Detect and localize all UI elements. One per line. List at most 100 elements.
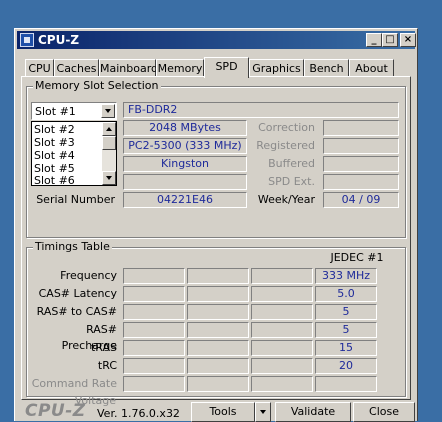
timing-cell — [251, 304, 313, 320]
scroll-down-button[interactable] — [102, 171, 116, 185]
slot-option[interactable]: Slot #6 — [34, 174, 75, 187]
correction-field — [323, 120, 399, 136]
slot-option[interactable]: Slot #2 — [34, 123, 75, 136]
timing-cell — [251, 340, 313, 356]
validate-button[interactable]: Validate — [275, 402, 351, 422]
correction-label: Correction — [258, 121, 315, 134]
timing-value-trc: 20 — [315, 358, 377, 374]
timing-cell — [123, 358, 185, 374]
registered-label: Registered — [256, 139, 315, 152]
timings-group-title: Timings Table — [33, 240, 112, 253]
memory-slot-group: Memory Slot Selection Slot #1 Slot #2 Sl… — [26, 79, 406, 238]
close-icon: × — [403, 34, 413, 45]
tab-caches[interactable]: Caches — [54, 59, 99, 77]
timing-cell — [187, 322, 249, 338]
cpu-z-brand-logo: CPU-Z — [25, 401, 86, 421]
dropdown-scrollbar[interactable] — [102, 122, 116, 185]
title-bar[interactable]: CPU-Z _ □ × — [17, 31, 416, 49]
slot-option[interactable]: Slot #4 — [34, 149, 75, 162]
cpu-z-window: CPU-Z _ □ × CPU Caches Mainboard Memory … — [14, 28, 418, 422]
timing-cell — [251, 286, 313, 302]
footer-bar: CPU-Z Ver. 1.76.0.x32 Tools Validate Clo… — [15, 401, 417, 422]
timing-cell — [251, 358, 313, 374]
tab-memory[interactable]: Memory — [156, 59, 204, 77]
timing-cell — [251, 376, 313, 392]
module-type-field: FB-DDR2 — [123, 102, 399, 118]
max-bandwidth-field: PC2-5300 (333 MHz) — [123, 138, 247, 154]
chevron-up-icon — [106, 127, 112, 131]
tab-spd[interactable]: SPD — [204, 57, 249, 78]
chevron-down-icon — [106, 176, 112, 180]
scroll-thumb[interactable] — [102, 136, 116, 150]
cpu-z-app-icon — [20, 33, 34, 47]
timing-cell — [187, 304, 249, 320]
close-window-button[interactable]: × — [400, 33, 416, 47]
registered-field — [323, 138, 399, 154]
timing-cell — [123, 286, 185, 302]
timing-value-ras-precharge: 5 — [315, 322, 377, 338]
timing-label-ras-precharge: RAS# Precharge — [61, 323, 117, 352]
timing-value-cas-latency: 5.0 — [315, 286, 377, 302]
tab-graphics[interactable]: Graphics — [249, 59, 304, 77]
minimize-icon: _ — [371, 34, 377, 45]
close-button[interactable]: Close — [353, 402, 415, 422]
tab-mainboard[interactable]: Mainboard — [99, 59, 158, 77]
timing-value-ras-to-cas: 5 — [315, 304, 377, 320]
tab-bench[interactable]: Bench — [304, 59, 349, 77]
part-number-field — [123, 174, 247, 190]
timings-group: Timings Table JEDEC #1 Frequency 333 MHz… — [26, 240, 406, 397]
slot-select-button[interactable] — [101, 104, 115, 118]
tab-strip: CPU Caches Mainboard Memory SPD Graphics… — [21, 57, 411, 78]
minimize-button[interactable]: _ — [366, 33, 382, 47]
slot-dropdown-list[interactable]: Slot #2 Slot #3 Slot #4 Slot #5 Slot #6 — [31, 121, 117, 187]
scroll-up-button[interactable] — [102, 122, 116, 136]
timing-value-frequency: 333 MHz — [315, 268, 377, 284]
window-title: CPU-Z — [38, 33, 80, 47]
tab-cpu[interactable]: CPU — [25, 59, 54, 77]
tools-dropdown-button[interactable] — [255, 402, 271, 422]
serial-number-label: Serial Number — [36, 193, 115, 206]
timing-cell — [123, 268, 185, 284]
timing-cell — [187, 286, 249, 302]
timing-cell — [251, 268, 313, 284]
timing-cell — [187, 358, 249, 374]
timing-cell — [123, 322, 185, 338]
buffered-field — [323, 156, 399, 172]
timing-value-command-rate — [315, 376, 377, 392]
timing-value-tras: 15 — [315, 340, 377, 356]
timing-cell — [123, 340, 185, 356]
chevron-down-icon — [260, 410, 266, 414]
timing-label-ras-to-cas: RAS# to CAS# — [36, 305, 117, 318]
slot-select[interactable]: Slot #1 — [31, 102, 117, 120]
spd-panel: Memory Slot Selection Slot #1 Slot #2 Sl… — [21, 76, 411, 407]
slot-select-value: Slot #1 — [35, 105, 76, 118]
timing-cell — [187, 340, 249, 356]
memory-slot-group-title: Memory Slot Selection — [33, 79, 161, 92]
jedec-column-header: JEDEC #1 — [330, 251, 384, 264]
timing-label-command-rate: Command Rate — [31, 377, 117, 390]
maximize-button[interactable]: □ — [382, 33, 398, 47]
module-size-field: 2048 MBytes — [123, 120, 247, 136]
tab-about[interactable]: About — [349, 59, 394, 77]
version-text: Ver. 1.76.0.x32 — [97, 407, 180, 420]
week-year-label: Week/Year — [257, 193, 315, 206]
timing-cell — [187, 268, 249, 284]
timing-label-trc: tRC — [97, 359, 117, 372]
timing-cell — [123, 376, 185, 392]
tools-button[interactable]: Tools — [191, 402, 255, 422]
week-year-field: 04 / 09 — [323, 192, 399, 208]
serial-number-field: 04221E46 — [123, 192, 247, 208]
spd-ext-field — [323, 174, 399, 190]
buffered-label: Buffered — [268, 157, 315, 170]
spd-ext-label: SPD Ext. — [268, 175, 315, 188]
maximize-icon: □ — [385, 34, 395, 45]
timing-cell — [251, 322, 313, 338]
timing-cell — [187, 376, 249, 392]
manufacturer-field: Kingston — [123, 156, 247, 172]
timing-cell — [123, 304, 185, 320]
timing-label-cas-latency: CAS# Latency — [38, 287, 117, 300]
slot-option[interactable]: Slot #3 — [34, 136, 75, 149]
timing-label-frequency: Frequency — [60, 269, 117, 282]
timing-label-tras: tRAS — [90, 341, 117, 354]
chevron-down-icon — [105, 109, 111, 113]
